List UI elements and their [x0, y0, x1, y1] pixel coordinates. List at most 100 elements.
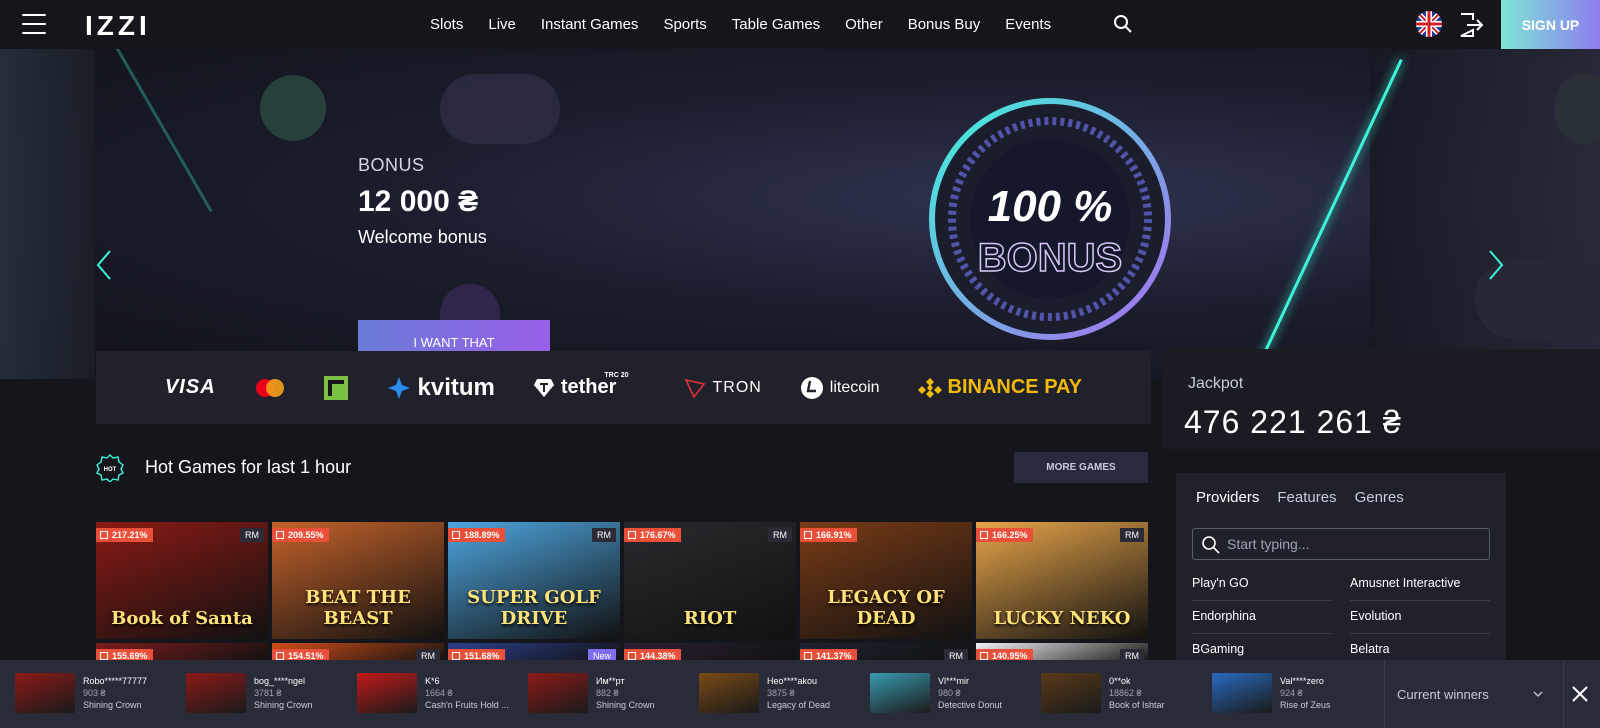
- winner-item[interactable]: bog_****ngel 3781 ₴ Shining Crown: [186, 669, 313, 717]
- kvitum-icon: [387, 376, 410, 399]
- game-title: BEAT THE BEAST: [305, 587, 411, 629]
- game-title: LEGACY OF DEAD: [827, 587, 945, 629]
- winner-item[interactable]: Vl***mir 980 ₴ Detective Donut: [870, 669, 1002, 717]
- nav-bonus-buy[interactable]: Bonus Buy: [908, 16, 981, 33]
- winner-amount: 980 ₴: [938, 688, 961, 698]
- winner-item[interactable]: Val****zero 924 ₴ Rise of Zeus: [1212, 669, 1331, 717]
- nav-live[interactable]: Live: [488, 16, 516, 33]
- sign-up-button[interactable]: SIGN UP: [1501, 0, 1600, 49]
- rm-badge: RM: [768, 528, 792, 542]
- winner-game: Shining Crown: [254, 700, 313, 710]
- provider-item[interactable]: Play'n GO: [1192, 568, 1332, 601]
- jackpot-value: 476 221 261 ₴: [1184, 404, 1402, 440]
- nav-events[interactable]: Events: [1005, 16, 1051, 33]
- tab-features[interactable]: Features: [1277, 489, 1336, 506]
- hot-games-grid: 217.21% RM Book of Santa 209.55% BEAT THE BE…: [96, 522, 1148, 663]
- game-thumbnail: [15, 673, 75, 713]
- search-icon: [1202, 536, 1220, 554]
- rm-badge: RM: [592, 528, 616, 542]
- winner-name: Vl***mir: [938, 676, 970, 686]
- winner-game: Detective Donut: [938, 700, 1003, 710]
- rtp-badge: 217.21%: [96, 528, 153, 542]
- provider-search-placeholder: Start typing...: [1227, 536, 1310, 552]
- tab-providers[interactable]: Providers: [1196, 489, 1259, 506]
- providers-panel: Providers Features Genres Start typing..…: [1176, 473, 1506, 673]
- winner-amount: 18862 ₴: [1109, 688, 1142, 698]
- winner-name: K*6: [425, 676, 440, 686]
- winner-name: Robo*****77777: [83, 676, 148, 686]
- winner-item[interactable]: Robo*****77777 903 ₴ Shining Crown: [15, 669, 147, 717]
- game-title: Book of Santa: [111, 608, 253, 629]
- litecoin-icon: [800, 376, 823, 399]
- winner-game: Rise of Zeus: [1280, 700, 1331, 710]
- chevron-right-icon[interactable]: [1487, 249, 1505, 281]
- chevron-left-icon[interactable]: [95, 249, 113, 281]
- rtp-badge: 166.91%: [800, 528, 857, 542]
- current-winners-select[interactable]: Current winners: [1384, 660, 1564, 728]
- winner-amount: 882 ₴: [596, 688, 619, 698]
- top-header: IZZI Slots Live Instant Games Sports Tab…: [0, 0, 1600, 49]
- winner-info: Robo*****77777 903 ₴ Shining Crown: [83, 676, 147, 710]
- close-icon[interactable]: [1568, 682, 1592, 706]
- login-icon[interactable]: [1457, 11, 1485, 39]
- winner-amount: 903 ₴: [83, 688, 106, 698]
- winner-amount: 924 ₴: [1280, 688, 1303, 698]
- winner-item[interactable]: 0**ok 18862 ₴ Book of Ishtar: [1041, 669, 1165, 717]
- winner-item[interactable]: Heo****akou 3875 ₴ Legacy of Dead: [699, 669, 830, 717]
- binance-pay-logo: BINANCE PAY: [917, 376, 1082, 400]
- banner-amount: 12 000 ₴: [358, 185, 479, 218]
- logo[interactable]: IZZI: [85, 10, 151, 42]
- banner-label: BONUS: [358, 155, 425, 175]
- winner-item[interactable]: K*6 1664 ₴ Cash'n Fruits Hold ...: [357, 669, 509, 717]
- winner-game: Shining Crown: [83, 700, 142, 710]
- nav-slots[interactable]: Slots: [430, 16, 463, 33]
- svg-text:HOT: HOT: [104, 467, 117, 473]
- game-card[interactable]: 166.91% LEGACY OF DEAD: [800, 522, 972, 639]
- mastercard-logo: [254, 378, 286, 398]
- game-thumbnail: [1041, 673, 1101, 713]
- more-games-button[interactable]: MORE GAMES: [1014, 452, 1148, 483]
- game-thumbnail: [186, 673, 246, 713]
- jackpot-title: Jackpot: [1188, 375, 1244, 392]
- privatbank-icon: [323, 375, 348, 400]
- tether-logo: tether TRC 20: [533, 372, 647, 399]
- rm-badge: RM: [240, 528, 264, 542]
- nav-instant-games[interactable]: Instant Games: [541, 16, 639, 33]
- litecoin-logo: litecoin: [800, 376, 880, 400]
- winner-info: Heo****akou 3875 ₴ Legacy of Dead: [767, 676, 830, 710]
- provider-item[interactable]: Endorphina: [1192, 601, 1332, 634]
- winner-info: 0**ok 18862 ₴ Book of Ishtar: [1109, 676, 1165, 710]
- game-card[interactable]: 209.55% BEAT THE BEAST: [272, 522, 444, 639]
- winner-item[interactable]: Им**рт 882 ₴ Shining Crown: [528, 669, 655, 717]
- game-thumbnail: [870, 673, 930, 713]
- gauge-main-text: 100 %: [988, 182, 1113, 231]
- winner-info: K*6 1664 ₴ Cash'n Fruits Hold ...: [425, 676, 509, 710]
- winner-info: Vl***mir 980 ₴ Detective Donut: [938, 676, 1002, 710]
- search-icon[interactable]: [1113, 14, 1133, 34]
- provider-item[interactable]: Evolution: [1350, 601, 1490, 634]
- current-winners-label: Current winners: [1397, 686, 1489, 702]
- banner-subtitle: Welcome bonus: [358, 227, 487, 247]
- winner-amount: 3781 ₴: [254, 688, 282, 698]
- winner-info: Val****zero 924 ₴ Rise of Zeus: [1280, 676, 1331, 710]
- game-title: LUCKY NEKO: [993, 608, 1131, 629]
- menu-icon[interactable]: [22, 14, 46, 34]
- promo-banner: 100 % BONUS BONUS 12 000 ₴ Welcome bonus…: [0, 49, 1600, 379]
- tab-genres[interactable]: Genres: [1355, 489, 1404, 506]
- nav-table-games[interactable]: Table Games: [732, 16, 820, 33]
- kvitum-logo: kvitum: [386, 374, 495, 402]
- provider-search-input[interactable]: Start typing...: [1192, 528, 1490, 560]
- uk-flag-icon[interactable]: [1416, 11, 1442, 37]
- hot-badge-icon: HOT: [96, 454, 124, 482]
- game-title: RIOT: [683, 608, 737, 629]
- game-card[interactable]: 217.21% RM Book of Santa: [96, 522, 268, 639]
- game-card[interactable]: 166.25% RM LUCKY NEKO: [976, 522, 1148, 639]
- privat-logo: [323, 375, 348, 400]
- bonus-gauge-art: 100 % BONUS: [929, 98, 1171, 340]
- provider-item[interactable]: Amusnet Interactive: [1350, 568, 1490, 601]
- game-card[interactable]: 188.89% RM SUPER GOLF DRIVE: [448, 522, 620, 639]
- nav-other[interactable]: Other: [845, 16, 883, 33]
- game-card[interactable]: 176.67% RM RIOT: [624, 522, 796, 639]
- game-title: SUPER GOLF DRIVE: [467, 587, 601, 629]
- nav-sports[interactable]: Sports: [663, 16, 706, 33]
